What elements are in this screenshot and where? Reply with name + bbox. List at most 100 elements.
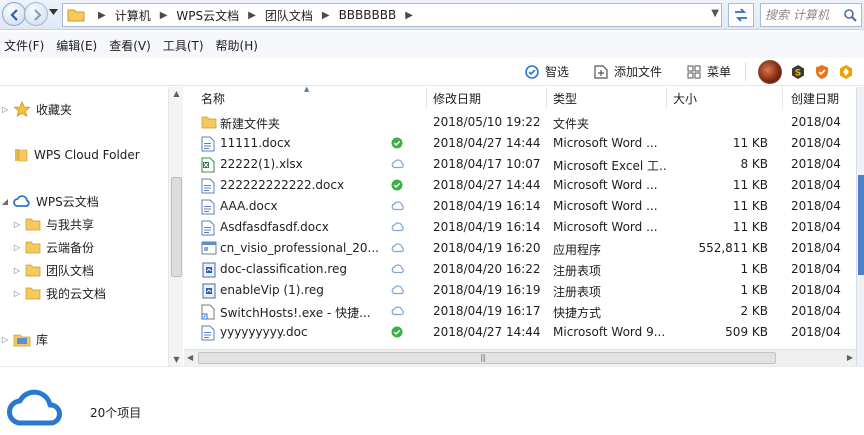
add-file-button[interactable]: 添加文件 — [593, 63, 662, 80]
expand-arrow-icon[interactable]: ▷ — [12, 266, 22, 275]
folder-icon — [67, 9, 85, 22]
vertical-scrollbar[interactable] — [856, 87, 864, 366]
nav-scrollbar[interactable]: ▲ ▼ — [168, 87, 183, 366]
hexagon-badge-icon[interactable] — [838, 64, 854, 80]
grid-icon — [687, 65, 701, 78]
expand-arrow-icon[interactable]: ▷ — [12, 289, 22, 298]
chevron-right-icon[interactable]: ▶ — [398, 10, 420, 21]
column-header-size[interactable]: 大小 — [667, 87, 783, 109]
scroll-down-icon[interactable]: ▼ — [172, 355, 181, 364]
modified-date: 2018/04/27 14:44 — [433, 136, 541, 150]
expand-arrow-icon[interactable]: ▷ — [0, 335, 10, 344]
nav-item-team-docs[interactable]: ▷ 团队文档 — [12, 260, 94, 280]
shield-badge-icon[interactable] — [814, 64, 830, 80]
created-date: 2018/04 — [791, 157, 841, 171]
expand-arrow-icon[interactable]: ▷ — [0, 105, 10, 114]
scroll-up-icon[interactable]: ▲ — [172, 89, 181, 98]
collapse-arrow-icon[interactable]: ◢ — [0, 197, 10, 206]
folder-icon — [25, 217, 41, 231]
menu-button[interactable]: 菜单 — [686, 63, 731, 80]
chevron-right-icon[interactable]: ▶ — [91, 10, 113, 21]
s-badge-icon[interactable]: S — [790, 64, 806, 80]
synced-check-icon — [391, 179, 403, 191]
breadcrumb[interactable]: ▶ 计算机 ▶ WPS云文档 ▶ 团队文档 ▶ BBBBBBB ▶ ▼ — [62, 3, 722, 27]
expand-arrow-icon[interactable]: ▷ — [12, 220, 22, 229]
column-header-modified[interactable]: 修改日期 — [427, 87, 547, 109]
column-header-created[interactable]: 创建日期 — [783, 87, 864, 109]
avatar[interactable] — [758, 59, 782, 84]
menu-view[interactable]: 查看(V) — [109, 37, 159, 54]
sync-status — [391, 305, 405, 319]
menu-help[interactable]: 帮助(H) — [216, 37, 266, 54]
smart-select-button[interactable]: 智选 — [524, 63, 569, 80]
modified-date: 2018/04/19 16:17 — [433, 304, 541, 318]
nav-team-label: 团队文档 — [46, 263, 95, 278]
modified-date: 2018/04/19 16:14 — [433, 220, 541, 234]
cloud-status-icon — [391, 285, 404, 295]
address-bar-row: ▶ 计算机 ▶ WPS云文档 ▶ 团队文档 ▶ BBBBBBB ▶ ▼ — [0, 0, 864, 30]
column-header-type[interactable]: 类型 — [547, 87, 667, 109]
table-row[interactable]: enableVip (1).reg 2018/04/19 16:19 注册表项 1 K… — [184, 280, 864, 301]
scroll-right-icon[interactable]: ▶ — [847, 353, 853, 362]
word-doc-icon — [201, 199, 215, 218]
chevron-right-icon[interactable]: ▶ — [241, 10, 263, 21]
table-row[interactable]: 新建文件夹 2018/05/10 19:22 文件夹 2018/04 — [184, 112, 864, 133]
cloud-status-icon — [391, 306, 404, 316]
search-icon[interactable] — [843, 8, 857, 22]
created-date: 2018/04 — [791, 136, 841, 150]
table-row[interactable]: cn_visio_professional_20... 2018/04/19 16… — [184, 238, 864, 259]
chevron-right-icon[interactable]: ▶ — [315, 10, 337, 21]
nav-item-wps-cloud-folder[interactable]: WPS Cloud Folder — [0, 145, 140, 165]
search-box[interactable] — [760, 3, 862, 27]
cloud-status-icon — [391, 159, 404, 169]
file-size: 8 KB — [740, 157, 768, 171]
chevron-right-icon[interactable]: ▶ — [153, 10, 175, 21]
sync-status — [391, 284, 405, 298]
refresh-button[interactable] — [728, 3, 754, 27]
sync-status — [391, 179, 403, 194]
history-dropdown-icon[interactable] — [49, 9, 58, 15]
file-name: 11111.docx — [220, 136, 291, 150]
address-dropdown-icon[interactable]: ▼ — [711, 8, 719, 19]
table-row[interactable]: doc-classification.reg 2018/04/20 16:22 注册… — [184, 259, 864, 280]
scroll-thumb[interactable] — [171, 177, 182, 277]
scroll-left-icon[interactable]: ◀ — [187, 353, 193, 362]
breadcrumb-item[interactable]: 团队文档 — [263, 7, 315, 24]
sync-status — [391, 137, 403, 152]
table-row[interactable]: 11111.docx 2018/04/27 14:44 Microsoft Word… — [184, 133, 864, 154]
breadcrumb-item[interactable]: WPS云文档 — [174, 7, 241, 24]
nav-item-cloud-backup[interactable]: ▷ 云端备份 — [12, 237, 94, 257]
expand-arrow-icon[interactable]: ▷ — [12, 243, 22, 252]
file-type: 文件夹 — [553, 117, 590, 131]
search-input[interactable] — [765, 7, 839, 23]
breadcrumb-item[interactable]: 计算机 — [113, 7, 153, 24]
created-date: 2018/04 — [791, 178, 841, 192]
menu-edit[interactable]: 编辑(E) — [56, 37, 105, 54]
word-doc-icon — [201, 325, 215, 344]
nav-item-wps-cloud-docs[interactable]: ◢ WPS云文档 — [0, 191, 99, 211]
back-button[interactable] — [2, 2, 26, 26]
forward-button[interactable] — [24, 2, 48, 26]
column-header-name[interactable]: ▲ 名称 — [184, 87, 427, 109]
table-row[interactable]: 222222222222.docx 2018/04/27 14:44 Microso… — [184, 175, 864, 196]
modified-date: 2018/04/27 14:44 — [433, 325, 541, 339]
scroll-thumb[interactable] — [198, 352, 776, 364]
cloud-status-icon — [391, 243, 404, 253]
menu-tools[interactable]: 工具(T) — [163, 37, 212, 54]
table-row[interactable]: 22222(1).xlsx 2018/04/17 10:07 Microsoft E… — [184, 154, 864, 175]
table-row[interactable]: SwitchHosts!.exe - 快捷... 2018/04/19 16:17… — [184, 301, 864, 322]
nav-item-library[interactable]: ▷ 库 — [0, 329, 48, 349]
nav-item-favorites[interactable]: ▷ 收藏夹 — [0, 99, 72, 119]
scroll-thumb[interactable] — [858, 175, 864, 275]
nav-item-my-cloud-docs[interactable]: ▷ 我的云文档 — [12, 283, 106, 303]
nav-item-shared-with-me[interactable]: ▷ 与我共享 — [12, 214, 94, 234]
menu-file[interactable]: 文件(F) — [4, 37, 52, 54]
table-row[interactable]: yyyyyyyyy.doc 2018/04/27 14:44 Microsoft W… — [184, 322, 864, 343]
breadcrumb-item[interactable]: BBBBBBB — [337, 8, 399, 22]
add-file-label: 添加文件 — [613, 65, 662, 79]
table-row[interactable]: AAA.docx 2018/04/19 16:14 Microsoft Word .… — [184, 196, 864, 217]
horizontal-scrollbar[interactable]: ◀ ||| ▶ — [184, 349, 856, 366]
modified-date: 2018/04/27 14:44 — [433, 178, 541, 192]
file-size: 552,811 KB — [698, 241, 768, 255]
table-row[interactable]: Asdfasdfasdf.docx 2018/04/19 16:14 Microso… — [184, 217, 864, 238]
